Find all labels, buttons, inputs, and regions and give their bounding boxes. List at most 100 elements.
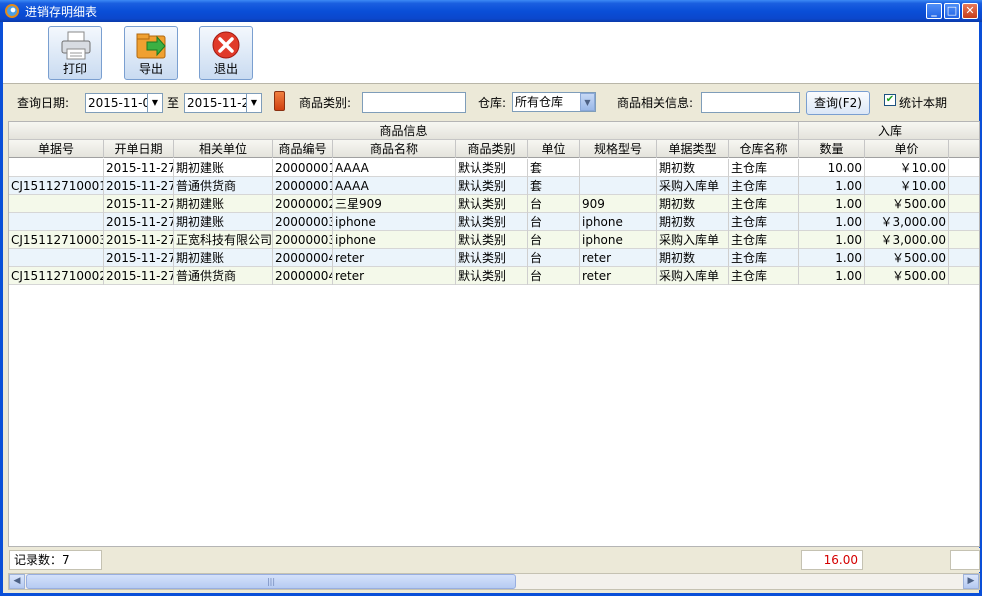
qty-total: 16.00 bbox=[801, 550, 863, 570]
column-header-open-date[interactable]: 开单日期 bbox=[104, 140, 174, 158]
cell-unit-price: ￥3,000.00 bbox=[865, 213, 949, 231]
cell-quantity: 1.00 bbox=[799, 195, 865, 213]
date-from-picker[interactable]: 2015-11-01 ▼ bbox=[85, 93, 163, 113]
column-header-goods-category[interactable]: 商品类别 bbox=[456, 140, 528, 158]
cell-filler bbox=[949, 159, 979, 177]
cell-goods-code: 20000004 bbox=[275, 267, 333, 285]
group-header-row: 商品信息 入库 bbox=[9, 122, 979, 140]
maximize-button[interactable]: □ bbox=[944, 3, 960, 19]
cell-goods-category: 默认类别 bbox=[456, 213, 528, 231]
table-row[interactable]: CJ15112710003 2015-11-27 正宽科技有限公司 20000003 i… bbox=[9, 231, 979, 249]
query-button[interactable]: 查询(F2) bbox=[806, 91, 870, 115]
exit-button[interactable]: 退出 bbox=[199, 26, 253, 80]
column-header-quantity[interactable]: 数量 bbox=[799, 140, 865, 158]
cell-related-unit: 期初建账 bbox=[174, 249, 273, 267]
date-label: 查询日期: bbox=[17, 96, 70, 110]
cell-doc-type: 期初数 bbox=[657, 249, 729, 267]
column-header-doc-no[interactable]: 单据号 bbox=[9, 140, 104, 158]
printer-icon bbox=[61, 31, 91, 60]
category-label: 商品类别: bbox=[299, 96, 352, 110]
print-label: 打印 bbox=[62, 62, 87, 76]
export-button[interactable]: 导出 bbox=[124, 26, 178, 80]
date-preset-button[interactable] bbox=[274, 91, 285, 111]
cell-quantity: 1.00 bbox=[799, 177, 865, 195]
column-header-related-unit[interactable]: 相关单位 bbox=[174, 140, 273, 158]
cell-unit: 台 bbox=[528, 231, 580, 249]
cell-quantity: 1.00 bbox=[799, 267, 865, 285]
cell-goods-category: 默认类别 bbox=[456, 177, 528, 195]
cell-doc-no: CJ15112710002 bbox=[11, 267, 104, 285]
cell-goods-category: 默认类别 bbox=[456, 267, 528, 285]
filter-bar: 查询日期: 2015-11-01 ▼ 至 2015-11-27 ▼ 商品类别: … bbox=[3, 85, 979, 120]
warehouse-select[interactable]: 所有仓库 ▼ bbox=[512, 92, 596, 112]
cell-goods-code: 20000004 bbox=[275, 249, 333, 267]
chevron-down-icon[interactable]: ▼ bbox=[580, 93, 595, 111]
cell-filler bbox=[949, 249, 979, 267]
close-button[interactable]: ✕ bbox=[962, 3, 978, 19]
warehouse-label: 仓库: bbox=[478, 96, 507, 110]
cell-unit-price: ￥3,000.00 bbox=[865, 231, 949, 249]
cell-unit: 套 bbox=[528, 177, 580, 195]
cell-doc-type: 采购入库单 bbox=[657, 267, 729, 285]
cell-spec bbox=[580, 177, 657, 195]
app-icon bbox=[5, 4, 19, 18]
cell-goods-name: 三星909 bbox=[333, 195, 456, 213]
cell-open-date: 2015-11-27 bbox=[106, 177, 174, 195]
column-header-warehouse[interactable]: 仓库名称 bbox=[729, 140, 799, 158]
minimize-button[interactable]: _ bbox=[926, 3, 942, 19]
cell-quantity: 1.00 bbox=[799, 231, 865, 249]
cell-goods-code: 20000003 bbox=[275, 213, 333, 231]
column-header-unit-price[interactable]: 单价 bbox=[865, 140, 949, 158]
table-row[interactable]: 2015-11-27 期初建账 20000002 三星909 默认类别台 909 期初数 主仓… bbox=[9, 195, 979, 213]
scroll-right-button[interactable]: ▶ bbox=[963, 574, 979, 589]
table-row[interactable]: 2015-11-27 期初建账 20000004 reter 默认类别台 reter 期初数… bbox=[9, 249, 979, 267]
scroll-left-button[interactable]: ◀ bbox=[9, 574, 25, 589]
scroll-thumb[interactable]: ||| bbox=[26, 574, 516, 589]
horizontal-scrollbar[interactable]: ◀ ||| ▶ bbox=[8, 573, 980, 590]
cell-related-unit: 正宽科技有限公司 bbox=[176, 231, 273, 249]
column-header-unit[interactable]: 单位 bbox=[528, 140, 580, 158]
cell-doc-no bbox=[9, 195, 104, 213]
column-header-goods-name[interactable]: 商品名称 bbox=[333, 140, 456, 158]
cell-filler bbox=[949, 195, 979, 213]
date-to-picker[interactable]: 2015-11-27 ▼ bbox=[184, 93, 262, 113]
table-row[interactable]: 2015-11-27 期初建账 20000003 iphone 默认类别台 iphone 期… bbox=[9, 213, 979, 231]
cell-goods-name: iphone bbox=[333, 231, 456, 249]
table-row[interactable]: CJ15112710001 2015-11-27 普通供货商 20000001 AAAA… bbox=[9, 177, 979, 195]
cell-unit-price: ￥10.00 bbox=[865, 159, 949, 177]
cell-spec: 909 bbox=[580, 195, 657, 213]
cell-goods-category: 默认类别 bbox=[456, 159, 528, 177]
cell-unit: 台 bbox=[528, 249, 580, 267]
cell-goods-category: 默认类别 bbox=[456, 195, 528, 213]
goods-info-input[interactable] bbox=[701, 92, 800, 113]
cell-spec: iphone bbox=[580, 231, 657, 249]
cell-quantity: 1.00 bbox=[799, 213, 865, 231]
chevron-down-icon[interactable]: ▼ bbox=[147, 94, 162, 112]
column-header-goods-code[interactable]: 商品编号 bbox=[273, 140, 333, 158]
cell-spec: reter bbox=[580, 267, 657, 285]
info-label: 商品相关信息: bbox=[617, 96, 694, 110]
column-header-filler bbox=[949, 140, 979, 158]
table-row[interactable]: CJ15112710002 2015-11-27 普通供货商 20000004 rete… bbox=[9, 267, 979, 285]
cell-doc-type: 期初数 bbox=[657, 195, 729, 213]
cell-warehouse: 主仓库 bbox=[729, 159, 799, 177]
chevron-down-icon[interactable]: ▼ bbox=[246, 94, 261, 112]
cell-warehouse: 主仓库 bbox=[729, 195, 799, 213]
cell-doc-type: 采购入库单 bbox=[657, 231, 729, 249]
column-header-spec[interactable]: 规格型号 bbox=[580, 140, 657, 158]
cell-unit-price: ￥500.00 bbox=[865, 249, 949, 267]
category-input[interactable] bbox=[362, 92, 466, 113]
cell-quantity: 10.00 bbox=[799, 159, 865, 177]
cell-doc-no bbox=[9, 159, 104, 177]
cell-goods-name: AAAA bbox=[333, 159, 456, 177]
stat-period-checkbox[interactable]: ✔ bbox=[884, 94, 896, 106]
print-button[interactable]: 打印 bbox=[48, 26, 102, 80]
cell-unit: 套 bbox=[528, 159, 580, 177]
title-bar[interactable]: 进销存明细表 _ □ ✕ bbox=[0, 0, 982, 22]
group-header-goods-info: 商品信息 bbox=[9, 122, 799, 140]
table-row[interactable]: 2015-11-27 期初建账 20000001 AAAA 默认类别套 期初数 主仓库 10.… bbox=[9, 159, 979, 177]
cell-unit-price: ￥10.00 bbox=[865, 177, 949, 195]
cell-filler bbox=[949, 267, 979, 285]
export-label: 导出 bbox=[138, 62, 163, 76]
column-header-doc-type[interactable]: 单据类型 bbox=[657, 140, 729, 158]
